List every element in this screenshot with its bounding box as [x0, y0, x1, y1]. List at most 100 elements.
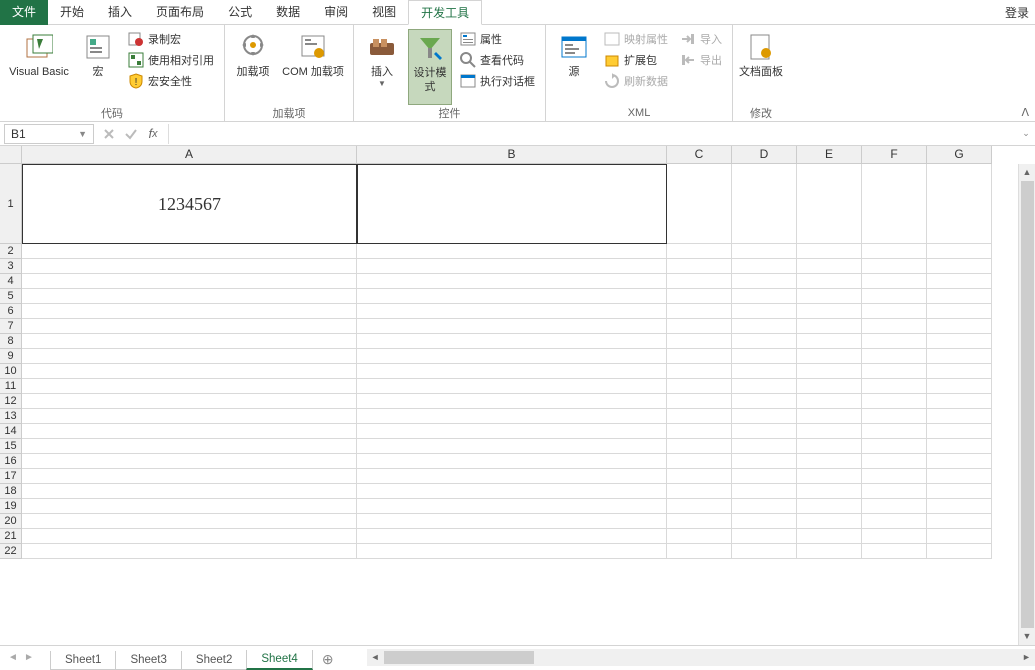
cell-B18[interactable]	[357, 484, 667, 499]
cell-E8[interactable]	[797, 334, 862, 349]
cell-G17[interactable]	[927, 469, 992, 484]
row-header-8[interactable]: 8	[0, 334, 22, 349]
cell-F2[interactable]	[862, 244, 927, 259]
cell-B22[interactable]	[357, 544, 667, 559]
cell-D4[interactable]	[732, 274, 797, 289]
cell-A2[interactable]	[22, 244, 357, 259]
cell-C10[interactable]	[667, 364, 732, 379]
xml-source-button[interactable]: 源	[552, 29, 596, 105]
design-mode-button[interactable]: 设计模式	[408, 29, 452, 105]
cell-D10[interactable]	[732, 364, 797, 379]
cell-E4[interactable]	[797, 274, 862, 289]
cell-A22[interactable]	[22, 544, 357, 559]
relative-ref-button[interactable]: 使用相对引用	[124, 50, 218, 70]
cell-C15[interactable]	[667, 439, 732, 454]
cell-G21[interactable]	[927, 529, 992, 544]
cell-D2[interactable]	[732, 244, 797, 259]
select-all-corner[interactable]	[0, 146, 22, 164]
row-header-3[interactable]: 3	[0, 259, 22, 274]
cell-F8[interactable]	[862, 334, 927, 349]
cell-A14[interactable]	[22, 424, 357, 439]
cell-C16[interactable]	[667, 454, 732, 469]
cell-E2[interactable]	[797, 244, 862, 259]
row-header-11[interactable]: 11	[0, 379, 22, 394]
cell-F1[interactable]	[862, 164, 927, 244]
cell-A7[interactable]	[22, 319, 357, 334]
cell-G2[interactable]	[927, 244, 992, 259]
cell-C9[interactable]	[667, 349, 732, 364]
row-header-2[interactable]: 2	[0, 244, 22, 259]
cell-A11[interactable]	[22, 379, 357, 394]
cell-F7[interactable]	[862, 319, 927, 334]
row-header-1[interactable]: 1	[0, 164, 22, 244]
tab-review[interactable]: 审阅	[312, 0, 360, 25]
cell-A8[interactable]	[22, 334, 357, 349]
export-button[interactable]: 导出	[676, 50, 726, 70]
cell-B1[interactable]	[357, 164, 667, 244]
vertical-scrollbar[interactable]: ▲ ▼	[1018, 164, 1035, 645]
cell-E14[interactable]	[797, 424, 862, 439]
row-header-20[interactable]: 20	[0, 514, 22, 529]
cell-D11[interactable]	[732, 379, 797, 394]
cell-B14[interactable]	[357, 424, 667, 439]
cell-C8[interactable]	[667, 334, 732, 349]
cell-A4[interactable]	[22, 274, 357, 289]
cell-A19[interactable]	[22, 499, 357, 514]
hscroll-thumb[interactable]	[384, 651, 534, 664]
visual-basic-button[interactable]: Visual Basic	[6, 29, 72, 105]
row-header-13[interactable]: 13	[0, 409, 22, 424]
cell-G20[interactable]	[927, 514, 992, 529]
name-box[interactable]: B1 ▼	[4, 124, 94, 144]
col-header-A[interactable]: A	[22, 146, 357, 164]
cell-F15[interactable]	[862, 439, 927, 454]
cell-G12[interactable]	[927, 394, 992, 409]
cell-A16[interactable]	[22, 454, 357, 469]
sheet-nav-prev[interactable]: ◄	[6, 651, 20, 665]
cell-E19[interactable]	[797, 499, 862, 514]
sheet-tab-2[interactable]: Sheet2	[181, 651, 247, 670]
row-header-18[interactable]: 18	[0, 484, 22, 499]
row-header-22[interactable]: 22	[0, 544, 22, 559]
name-box-dropdown-icon[interactable]: ▼	[78, 129, 87, 139]
cell-B9[interactable]	[357, 349, 667, 364]
cell-G16[interactable]	[927, 454, 992, 469]
cell-A1[interactable]: 1234567	[22, 164, 357, 244]
col-header-E[interactable]: E	[797, 146, 862, 164]
cell-G13[interactable]	[927, 409, 992, 424]
properties-button[interactable]: 属性	[456, 29, 539, 49]
cell-C17[interactable]	[667, 469, 732, 484]
cell-C1[interactable]	[667, 164, 732, 244]
cell-B12[interactable]	[357, 394, 667, 409]
cell-A9[interactable]	[22, 349, 357, 364]
doc-panel-button[interactable]: 文档面板	[739, 29, 783, 105]
cell-B11[interactable]	[357, 379, 667, 394]
cell-E5[interactable]	[797, 289, 862, 304]
cell-B10[interactable]	[357, 364, 667, 379]
cell-G3[interactable]	[927, 259, 992, 274]
cell-E10[interactable]	[797, 364, 862, 379]
cell-E15[interactable]	[797, 439, 862, 454]
record-macro-button[interactable]: 录制宏	[124, 29, 218, 49]
vscroll-thumb[interactable]	[1021, 181, 1034, 628]
cell-G5[interactable]	[927, 289, 992, 304]
cell-C19[interactable]	[667, 499, 732, 514]
cell-G1[interactable]	[927, 164, 992, 244]
cell-D22[interactable]	[732, 544, 797, 559]
cell-A12[interactable]	[22, 394, 357, 409]
run-dialog-button[interactable]: 执行对话框	[456, 71, 539, 91]
cell-D18[interactable]	[732, 484, 797, 499]
cell-C21[interactable]	[667, 529, 732, 544]
collapse-ribbon-button[interactable]: ᐱ	[1021, 106, 1029, 119]
row-header-10[interactable]: 10	[0, 364, 22, 379]
expansion-pack-button[interactable]: 扩展包	[600, 50, 672, 70]
cell-D21[interactable]	[732, 529, 797, 544]
cell-B3[interactable]	[357, 259, 667, 274]
tab-developer[interactable]: 开发工具	[408, 0, 482, 25]
cell-F6[interactable]	[862, 304, 927, 319]
macro-security-button[interactable]: ! 宏安全性	[124, 71, 218, 91]
cell-G9[interactable]	[927, 349, 992, 364]
row-header-5[interactable]: 5	[0, 289, 22, 304]
cell-F17[interactable]	[862, 469, 927, 484]
cell-B15[interactable]	[357, 439, 667, 454]
cell-E17[interactable]	[797, 469, 862, 484]
